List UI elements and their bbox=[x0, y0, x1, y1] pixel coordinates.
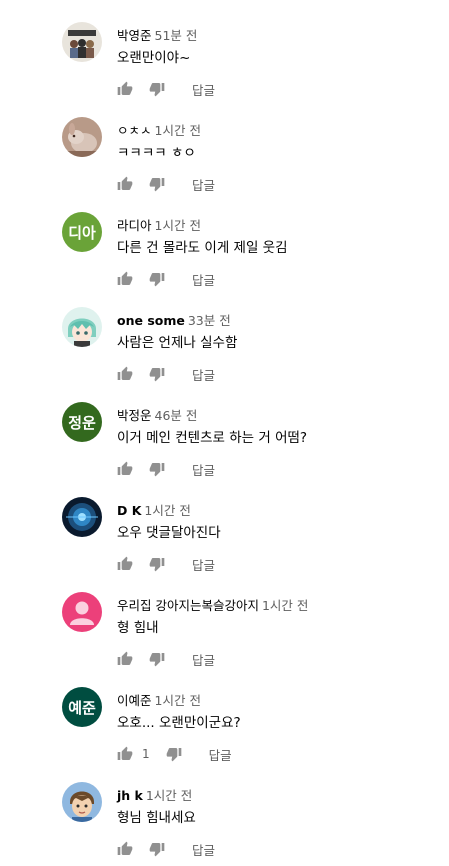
comment-time[interactable]: 1시간 전 bbox=[155, 693, 201, 708]
comment-item: one some 33분 전 사람은 언제나 실수함 답글 bbox=[0, 285, 449, 383]
author-name[interactable]: 박정운 bbox=[117, 408, 152, 423]
author-name[interactable]: jh k bbox=[117, 788, 143, 803]
comment-header: one some 33분 전 bbox=[117, 310, 231, 329]
comment-text: 오랜만이야~ bbox=[117, 50, 191, 66]
avatar-initials: 예준 bbox=[68, 698, 96, 717]
comment-text: ㅋㅋㅋㅋ ㅎㅇ bbox=[117, 145, 196, 161]
comment-text: 사람은 언제나 실수함 bbox=[117, 335, 238, 351]
cartoon-boy-avatar[interactable] bbox=[62, 782, 102, 822]
anime-character-avatar[interactable] bbox=[62, 307, 102, 347]
comment-time[interactable]: 33분 전 bbox=[188, 313, 231, 328]
rabbit-photo-avatar[interactable] bbox=[62, 117, 102, 157]
comment-time[interactable]: 1시간 전 bbox=[144, 503, 190, 518]
author-name[interactable]: ㅇㅊㅅ bbox=[117, 123, 152, 138]
comment-text: 형님 힘내세요 bbox=[117, 810, 196, 826]
comment-header: 라디아 1시간 전 bbox=[117, 215, 201, 234]
author-name[interactable]: D K bbox=[117, 503, 141, 518]
comment-time[interactable]: 1시간 전 bbox=[155, 218, 201, 233]
comment-header: 박영준 51분 전 bbox=[117, 25, 197, 44]
comment-text: 오호... 오랜만이군요? bbox=[117, 715, 241, 731]
comment-actions: 답글 bbox=[117, 840, 215, 858]
avatar-initials: 정운 bbox=[68, 413, 96, 432]
comment-header: ㅇㅊㅅ 1시간 전 bbox=[117, 120, 201, 139]
avatar[interactable]: 정운 bbox=[62, 402, 102, 442]
comment-item: 정운 박정운 46분 전 이거 메인 컨텐츠로 하는 거 어떰? 답글 bbox=[0, 380, 449, 478]
comment-time[interactable]: 1시간 전 bbox=[262, 598, 308, 613]
comment-header: jh k 1시간 전 bbox=[117, 785, 192, 804]
author-name[interactable]: one some bbox=[117, 313, 185, 328]
like-count: 1 bbox=[142, 747, 150, 761]
author-name[interactable]: 박영준 bbox=[117, 28, 152, 43]
comment-text: 형 힘내 bbox=[117, 620, 159, 636]
thumbs-up-icon[interactable] bbox=[117, 841, 133, 857]
avatar[interactable]: 디아 bbox=[62, 212, 102, 252]
blue-orb-avatar[interactable] bbox=[62, 497, 102, 537]
comment-item: 우리집 강아지는복슬강아지 1시간 전형 힘내 답글 bbox=[0, 570, 449, 668]
comment-header: 이예준 1시간 전 bbox=[117, 690, 201, 709]
crowd-poster-avatar[interactable] bbox=[62, 22, 102, 62]
comment-item: 예준 이예준 1시간 전 오호... 오랜만이군요? 1 답글 bbox=[0, 665, 449, 763]
comment-header: 우리집 강아지는복슬강아지 1시간 전 bbox=[117, 595, 308, 614]
comment-header: 박정운 46분 전 bbox=[117, 405, 197, 424]
author-name[interactable]: 우리집 강아지는복슬강아지 bbox=[117, 598, 259, 613]
comment-time[interactable]: 1시간 전 bbox=[155, 123, 201, 138]
comment-item: 박영준 51분 전 오랜만이야~ 답글 bbox=[0, 0, 449, 98]
reply-button[interactable]: 답글 bbox=[192, 840, 215, 859]
comment-text: 이거 메인 컨텐츠로 하는 거 어떰? bbox=[117, 430, 308, 446]
author-name[interactable]: 이예준 bbox=[117, 693, 152, 708]
default-person-avatar[interactable] bbox=[62, 592, 102, 632]
comment-header: D K 1시간 전 bbox=[117, 500, 191, 519]
comment-item: D K 1시간 전 오우 댓글달아진다 답글 bbox=[0, 475, 449, 573]
comment-text: 다른 건 몰라도 이게 제일 웃김 bbox=[117, 240, 288, 256]
comment-item: 디아 라디아 1시간 전 다른 건 몰라도 이게 제일 웃김 답글 bbox=[0, 190, 449, 288]
author-name[interactable]: 라디아 bbox=[117, 218, 152, 233]
comment-text: 오우 댓글달아진다 bbox=[117, 525, 221, 541]
comment-item: jh k 1시간 전형님 힘내세요답글 bbox=[0, 760, 449, 858]
comment-time[interactable]: 46분 전 bbox=[155, 408, 198, 423]
thumbs-down-icon[interactable] bbox=[149, 841, 165, 857]
comment-item: ㅇㅊㅅ 1시간 전 ㅋㅋㅋㅋ ㅎㅇ 답글 bbox=[0, 95, 449, 193]
comment-time[interactable]: 1시간 전 bbox=[146, 788, 192, 803]
comment-time[interactable]: 51분 전 bbox=[155, 28, 198, 43]
avatar[interactable]: 예준 bbox=[62, 687, 102, 727]
avatar-initials: 디아 bbox=[68, 223, 96, 242]
